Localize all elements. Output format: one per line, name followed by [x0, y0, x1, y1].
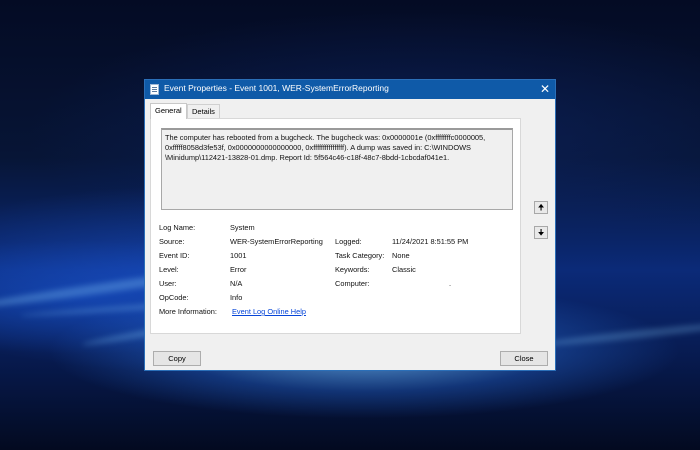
- user-label: User:: [159, 279, 177, 288]
- tab-general[interactable]: General: [150, 103, 187, 119]
- close-icon[interactable]: ✕: [537, 81, 553, 97]
- logged-label: Logged:: [335, 237, 362, 246]
- keywords-value: Classic: [392, 265, 416, 274]
- log-name-value: System: [230, 223, 255, 232]
- title-bar[interactable]: Event Properties - Event 1001, WER-Syste…: [145, 80, 555, 99]
- more-information-label: More Information:: [159, 307, 217, 316]
- keywords-label: Keywords:: [335, 265, 370, 274]
- logged-value: 11/24/2021 8:51:55 PM: [392, 237, 469, 246]
- event-id-value: 1001: [230, 251, 247, 260]
- general-panel: The computer has rebooted from a bugchec…: [150, 118, 521, 334]
- level-label: Level:: [159, 265, 179, 274]
- event-log-help-link[interactable]: Event Log Online Help: [232, 307, 306, 317]
- close-button[interactable]: Close: [500, 351, 548, 366]
- light-streak: [540, 319, 700, 349]
- event-description[interactable]: The computer has rebooted from a bugchec…: [161, 128, 513, 210]
- previous-event-button[interactable]: 🠉: [534, 201, 548, 214]
- tab-details[interactable]: Details: [187, 104, 220, 119]
- event-id-label: Event ID:: [159, 251, 190, 260]
- next-event-button[interactable]: 🠋: [534, 226, 548, 239]
- task-category-label: Task Category:: [335, 251, 385, 260]
- user-value: N/A: [230, 279, 243, 288]
- level-value: Error: [230, 265, 247, 274]
- log-name-label: Log Name:: [159, 223, 196, 232]
- opcode-value: Info: [230, 293, 243, 302]
- event-viewer-icon: [150, 84, 159, 95]
- copy-button[interactable]: Copy: [153, 351, 201, 366]
- computer-label: Computer:: [335, 279, 370, 288]
- opcode-label: OpCode:: [159, 293, 189, 302]
- source-label: Source:: [159, 237, 185, 246]
- task-category-value: None: [392, 251, 410, 260]
- source-value: WER-SystemErrorReporting: [230, 237, 323, 246]
- window-title: Event Properties - Event 1001, WER-Syste…: [164, 83, 389, 93]
- computer-value: .: [449, 279, 452, 288]
- event-properties-dialog: Event Properties - Event 1001, WER-Syste…: [144, 79, 556, 371]
